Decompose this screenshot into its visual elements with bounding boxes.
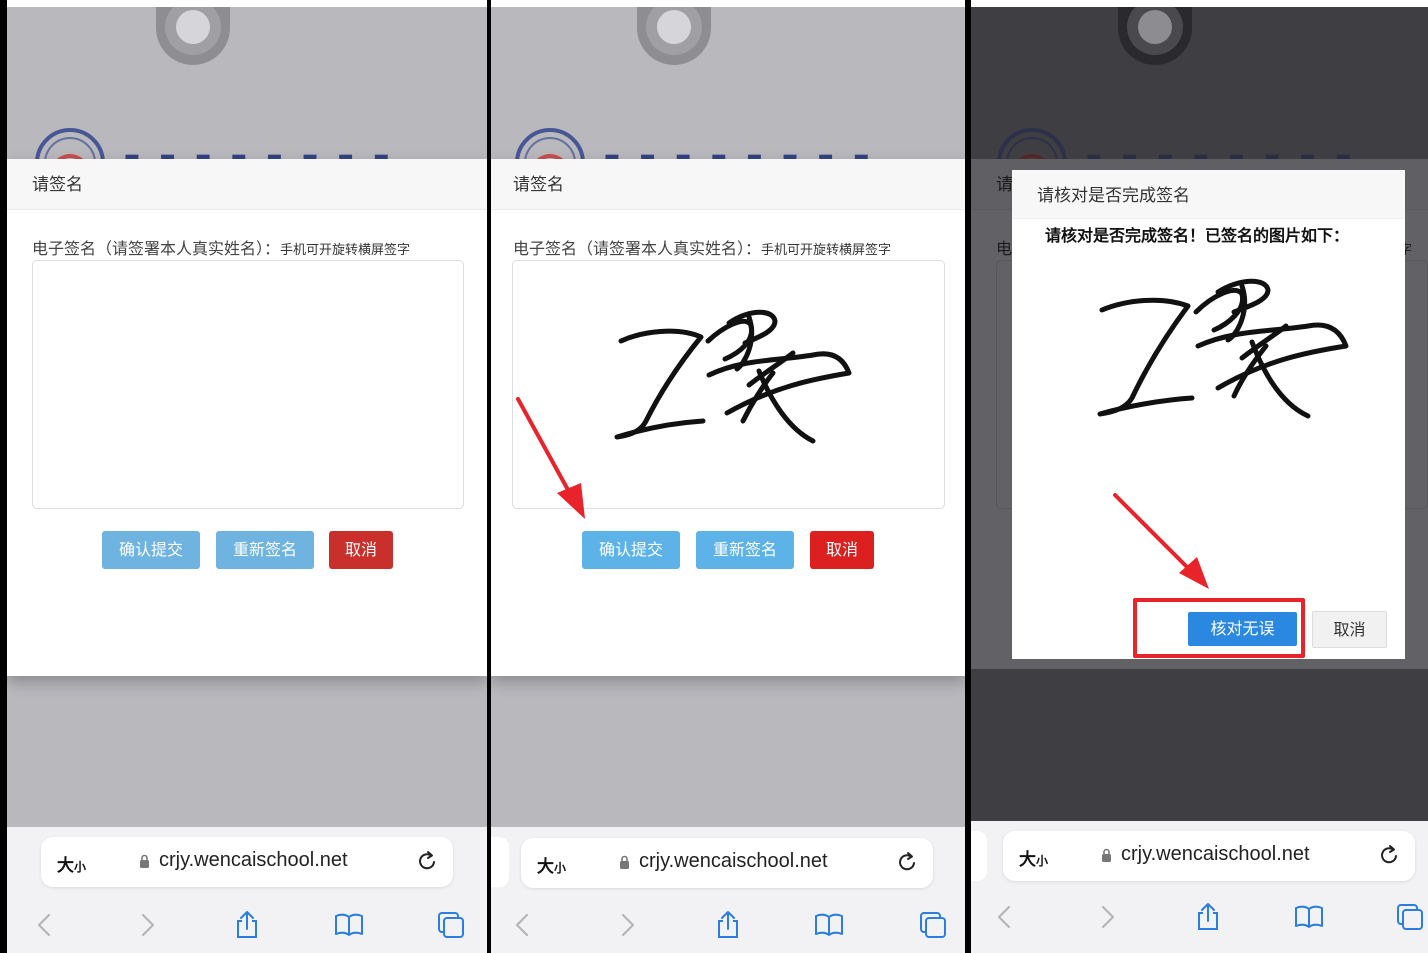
bookmarks-icon[interactable] xyxy=(813,909,845,941)
rotate-hint: 手机可开旋转横屏签字 xyxy=(280,243,411,258)
back-icon[interactable] xyxy=(989,901,1021,933)
camera-notch xyxy=(156,7,230,65)
address-bar[interactable]: 大小 crjy.wencaischool.net xyxy=(521,838,933,888)
address-bar[interactable]: 大小 crjy.wencaischool.net xyxy=(41,837,453,887)
bookmarks-icon[interactable] xyxy=(333,909,365,941)
phone-screenshot-3: ▪▪▪▪▪▪▪▪ 请 电 字 请核对是否完成签名 请核对是否完成签名！已签名的图… xyxy=(971,7,1428,953)
back-icon[interactable] xyxy=(507,909,539,941)
lock-icon xyxy=(140,854,149,868)
lock-icon xyxy=(620,855,629,869)
safari-toolbar: 大小 crjy.wencaischool.net xyxy=(971,821,1428,953)
cancel-button[interactable]: 取消 xyxy=(329,531,393,569)
forward-icon[interactable] xyxy=(1091,901,1123,933)
reload-icon[interactable] xyxy=(415,849,439,873)
share-icon[interactable] xyxy=(231,909,263,941)
share-icon[interactable] xyxy=(712,909,744,941)
resign-button[interactable]: 重新签名 xyxy=(216,531,314,569)
tab-edge xyxy=(491,837,509,887)
url-text: crjy.wencaischool.net xyxy=(159,849,348,871)
text-size-button[interactable]: 大小 xyxy=(537,852,566,877)
phone-screenshot-1: ▪▪▪▪▪▪▪▪ 请签名 电子签名（请签署本人真实姓名）：手机可开旋转横屏签字 … xyxy=(7,7,487,953)
tabs-icon[interactable] xyxy=(1394,901,1426,933)
address-bar[interactable]: 大小 crjy.wencaischool.net xyxy=(1003,831,1415,881)
annotation-arrow xyxy=(1113,493,1209,589)
signature-modal: 请签名 电子签名（请签署本人真实姓名）：手机可开旋转横屏签字 确认提交 重新签名… xyxy=(7,159,487,676)
forward-icon[interactable] xyxy=(131,909,163,941)
lock-icon xyxy=(1102,848,1111,862)
bookmarks-icon[interactable] xyxy=(1293,901,1325,933)
forward-icon[interactable] xyxy=(611,909,643,941)
annotation-arrow xyxy=(516,397,585,519)
phone-screenshot-2: ▪▪▪▪▪▪▪▪ 请签名 电子签名（请签署本人真实姓名）：手机可开旋转横屏签字 … xyxy=(491,7,965,953)
back-icon[interactable] xyxy=(29,909,61,941)
submit-button[interactable]: 确认提交 xyxy=(102,531,200,569)
tab-edge xyxy=(971,831,987,881)
share-icon[interactable] xyxy=(1192,901,1224,933)
signature-pad[interactable] xyxy=(32,260,464,509)
text-size-button[interactable]: 大小 xyxy=(57,851,86,876)
url-text: crjy.wencaischool.net xyxy=(639,850,828,872)
reload-icon[interactable] xyxy=(895,850,919,874)
tabs-icon[interactable] xyxy=(917,909,949,941)
url-text: crjy.wencaischool.net xyxy=(1121,843,1310,865)
safari-toolbar: 大小 crjy.wencaischool.net xyxy=(7,827,487,953)
field-label-text: 电子签名（请签署本人真实姓名）： xyxy=(32,239,281,258)
tabs-icon[interactable] xyxy=(435,909,467,941)
safari-toolbar: 大小 crjy.wencaischool.net xyxy=(491,827,965,953)
text-size-button[interactable]: 大小 xyxy=(1019,845,1048,870)
reload-icon[interactable] xyxy=(1377,843,1401,867)
signature-label: 电子签名（请签署本人真实姓名）：手机可开旋转横屏签字 xyxy=(32,235,410,259)
modal-title: 请签名 xyxy=(7,159,487,210)
